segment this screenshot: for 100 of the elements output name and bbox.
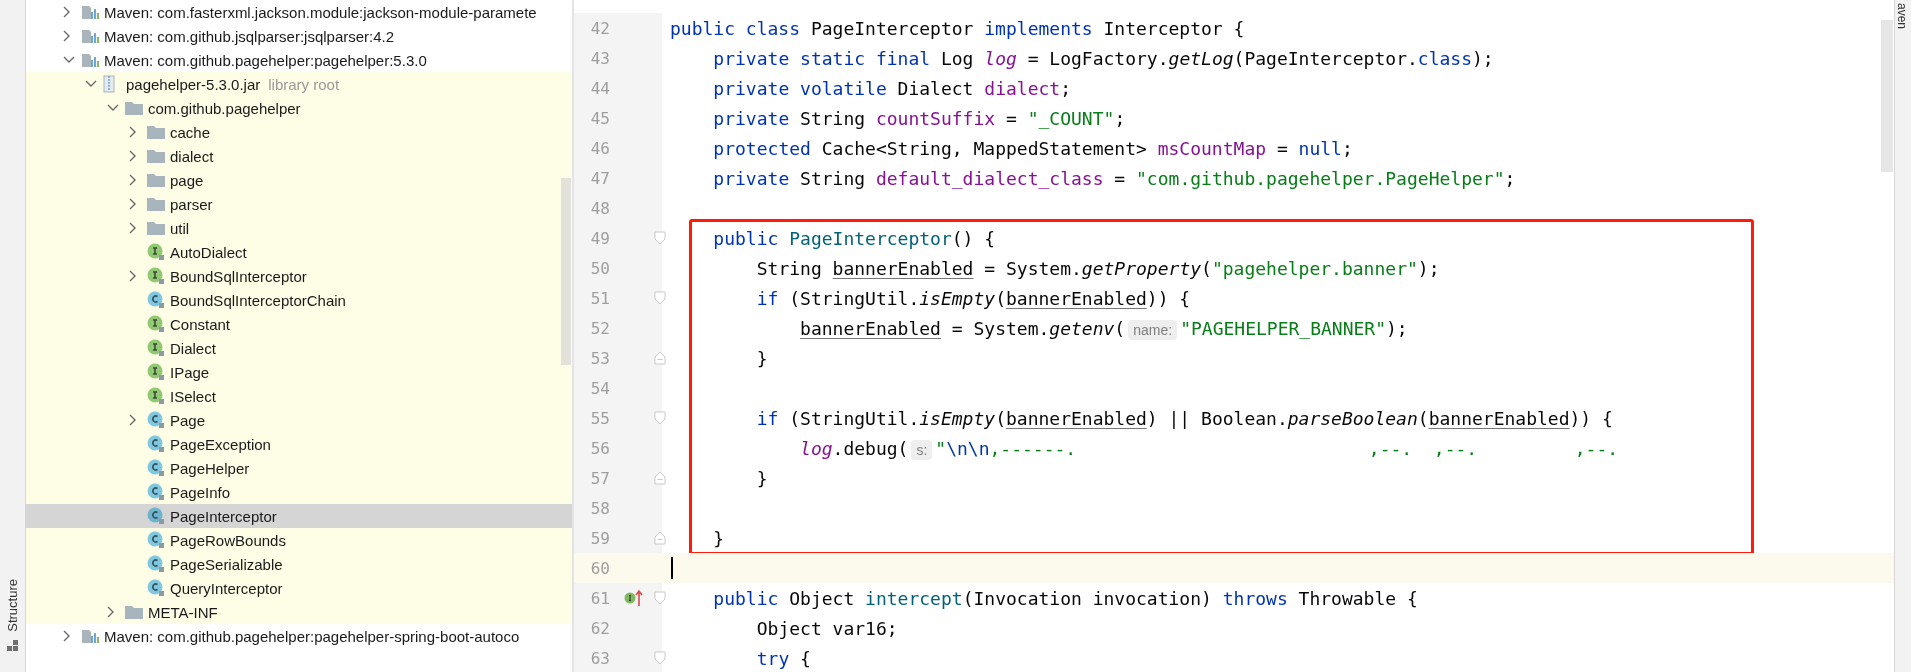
chevron-right-icon[interactable] [129, 414, 137, 426]
tree-item[interactable]: QueryInterceptor [26, 576, 572, 600]
folder-icon [125, 101, 143, 115]
tree-item[interactable]: page [26, 168, 572, 192]
line-number: 59 [589, 528, 610, 548]
implements-marker-icon[interactable] [624, 589, 644, 607]
chevron-down-icon[interactable] [107, 104, 119, 112]
tree-item[interactable]: BoundSqlInterceptorChain [26, 288, 572, 312]
interface-icon [147, 339, 165, 357]
chevron-right-icon[interactable] [63, 30, 71, 42]
fold-marker-icon[interactable] [654, 231, 666, 245]
chevron-right-icon[interactable] [129, 198, 137, 210]
code-line: bannerEnabled = System.getenv( name: "PAGEHELPER_BANNER"); [799, 317, 1408, 339]
chevron-right-icon[interactable] [129, 126, 137, 138]
code-line: private static final Log log = LogFactory.getLog(PageInterceptor.class); [712, 47, 1494, 69]
line-number: 46 [589, 138, 610, 158]
tree-item[interactable]: META-INF [26, 600, 572, 624]
line-number: 43 [589, 48, 610, 68]
structure-tab[interactable]: Structure [5, 579, 20, 632]
line-number: 48 [589, 198, 610, 218]
class-icon [147, 459, 165, 477]
interface-icon [147, 315, 165, 333]
chevron-down-icon[interactable] [85, 80, 97, 88]
line-number: 54 [589, 378, 610, 398]
code-line: } [755, 347, 768, 369]
structure-icon [6, 640, 19, 652]
scrollbar[interactable] [561, 178, 571, 365]
tree-item[interactable]: PageInterceptor [26, 504, 572, 528]
fold-marker-icon[interactable] [654, 591, 666, 605]
fold-marker-icon[interactable] [654, 411, 666, 425]
class-icon [147, 579, 165, 597]
code-line: public class PageInterceptor implements Interceptor { [670, 17, 1245, 39]
line-number: 58 [589, 498, 610, 518]
tree-item-hint: library root [268, 75, 340, 93]
chevron-right-icon[interactable] [63, 630, 71, 642]
tree-item[interactable]: cache [26, 120, 572, 144]
tree-item[interactable]: PageException [26, 432, 572, 456]
tree-item[interactable]: Page [26, 408, 572, 432]
tree-item[interactable]: PageInfo [26, 480, 572, 504]
fold-marker-icon[interactable] [654, 351, 666, 365]
folder-icon [147, 125, 165, 139]
tree-item[interactable]: BoundSqlInterceptor [26, 264, 572, 288]
library-icon [81, 52, 99, 68]
folder-icon [147, 221, 165, 235]
line-number: 62 [589, 618, 610, 638]
line-number: 52 [589, 318, 610, 338]
maven-tab[interactable]: aven [1895, 3, 1909, 30]
code-line: String bannerEnabled = System.getProperty("pagehelper.banner"); [755, 257, 1440, 279]
tree-item[interactable]: PageRowBounds [26, 528, 572, 552]
tree-item[interactable]: Dialect [26, 336, 572, 360]
tree-item[interactable]: com.github.pagehelper [26, 96, 572, 120]
tree-item[interactable]: parser [26, 192, 572, 216]
code-line: } [712, 527, 725, 549]
fold-marker-icon[interactable] [654, 531, 666, 545]
fold-marker-icon[interactable] [654, 291, 666, 305]
chevron-down-icon[interactable] [63, 56, 75, 64]
line-number: 53 [589, 348, 610, 368]
chevron-right-icon[interactable] [107, 606, 115, 618]
code-line: public Object intercept(Invocation invocation) throws Throwable { [712, 587, 1418, 609]
class-icon [147, 483, 165, 501]
tree-item[interactable]: Maven: com.github.jsqlparser:jsqlparser:4.2 [26, 24, 572, 48]
tree-item[interactable]: dialect [26, 144, 572, 168]
folder-icon [125, 605, 143, 619]
line-number: 56 [589, 438, 610, 458]
chevron-right-icon[interactable] [129, 150, 137, 162]
library-icon [81, 28, 99, 44]
code-line: public PageInterceptor() { [712, 227, 996, 249]
tree-item[interactable]: IPage [26, 360, 572, 384]
tree-item[interactable]: pagehelper-5.3.0.jar library root [26, 72, 572, 96]
chevron-right-icon[interactable] [129, 270, 137, 282]
tree-item[interactable]: Maven: com.github.pagehelper:pagehelper:5.3.0 [26, 48, 572, 72]
class-icon [147, 507, 165, 525]
text-cursor [671, 557, 673, 579]
tree-item[interactable]: util [26, 216, 572, 240]
line-number: 49 [589, 228, 610, 248]
chevron-right-icon[interactable] [63, 6, 71, 18]
tree-item[interactable]: PageHelper [26, 456, 572, 480]
class-icon [147, 291, 165, 309]
fold-marker-icon[interactable] [654, 471, 666, 485]
line-number: 63 [589, 648, 610, 668]
tree-item[interactable]: Constant [26, 312, 572, 336]
tree-item[interactable]: ISelect [26, 384, 572, 408]
tree-item[interactable]: Maven: com.github.pagehelper:pagehelper-spring-boot-autoco [26, 624, 572, 648]
tree-item[interactable]: AutoDialect [26, 240, 572, 264]
line-number: 60 [589, 558, 610, 578]
chevron-right-icon[interactable] [129, 174, 137, 186]
tree-item[interactable]: PageSerializable [26, 552, 572, 576]
scrollbar[interactable] [1881, 20, 1893, 172]
class-icon [147, 555, 165, 573]
fold-marker-icon[interactable] [654, 651, 666, 665]
code-line: Object var16; [755, 617, 898, 639]
class-icon [147, 531, 165, 549]
folder-icon [147, 197, 165, 211]
interface-icon [147, 267, 165, 285]
tree-item[interactable]: Maven: com.fasterxml.jackson.module:jackson-module-paramete [26, 0, 572, 24]
line-number: 44 [589, 78, 610, 98]
chevron-right-icon[interactable] [129, 222, 137, 234]
line-number: 51 [589, 288, 610, 308]
code-line: private volatile Dialect dialect; [712, 77, 1071, 99]
code-line: if (StringUtil.isEmpty(bannerEnabled) || Boolean.parseBoolean(bannerEnabled)) { [755, 407, 1613, 429]
